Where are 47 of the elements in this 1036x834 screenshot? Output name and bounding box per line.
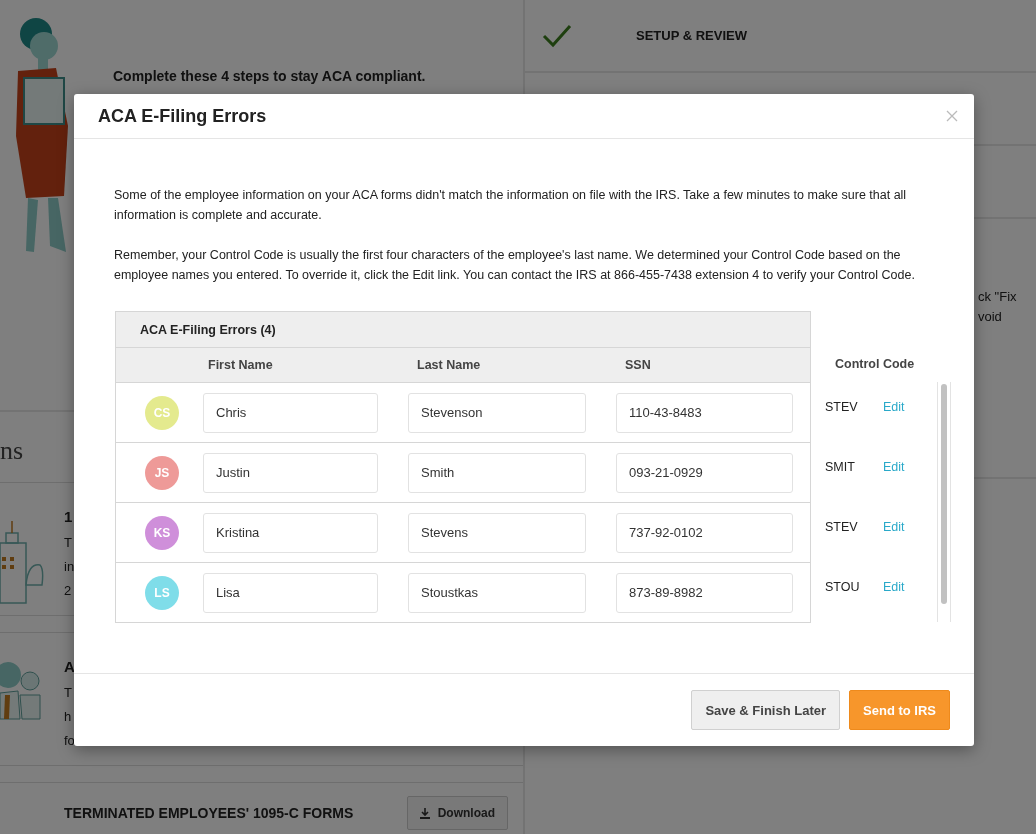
download-icon: [419, 807, 430, 819]
card-text: A: [64, 657, 75, 677]
ssn-field[interactable]: 093-21-0929: [616, 452, 793, 493]
card-text: fo: [64, 732, 75, 750]
intro-text: Complete these 4 steps to stay ACA compliant.: [113, 68, 426, 84]
ssn-field[interactable]: 110-43-8483: [616, 392, 793, 433]
step-label: SETUP & REVIEW: [636, 28, 747, 43]
avatar: LS: [145, 575, 179, 610]
section-heading: ns: [0, 435, 24, 467]
card-text: 2: [64, 582, 73, 600]
card-title: TERMINATED EMPLOYEES' 1095-C FORMS: [64, 805, 354, 821]
first-name-field[interactable]: Justin: [203, 452, 378, 493]
card-text: in: [64, 558, 75, 576]
scrollbar[interactable]: [937, 382, 951, 622]
close-icon: [946, 110, 958, 122]
ssn-field[interactable]: 873-89-8982: [616, 572, 793, 613]
column-header: First Name: [208, 358, 273, 372]
card-text: T: [64, 534, 73, 552]
step-text: ck "Fix: [978, 288, 1017, 306]
step-text: void: [978, 308, 1002, 326]
first-name-field[interactable]: Chris: [203, 392, 378, 433]
card-text: T: [64, 684, 73, 702]
card-text: 1: [64, 507, 74, 527]
avatar: JS: [145, 455, 179, 490]
last-name-field[interactable]: Stoustkas: [408, 572, 586, 613]
download-button[interactable]: Download: [406, 796, 508, 830]
table-title: ACA E-Filing Errors (4): [116, 312, 810, 348]
modal-title: ACA E-Filing Errors: [98, 105, 267, 127]
last-name-field[interactable]: Stevens: [408, 512, 586, 553]
card-text: h: [64, 708, 73, 726]
column-header: Control Code: [835, 357, 915, 371]
last-name-field[interactable]: Smith: [408, 452, 586, 493]
control-code: SMIT: [825, 460, 856, 474]
last-name-field[interactable]: Stevenson: [408, 392, 586, 433]
save-button[interactable]: Save & Finish Later: [691, 690, 841, 730]
first-name-field[interactable]: Kristina: [203, 512, 378, 553]
column-header: Last Name: [417, 358, 481, 372]
control-code: STEV: [825, 400, 859, 414]
info-paragraph: Remember, your Control Code is usually the first four characters of the employee's last name. We determined your Control Code based on the employee names you entered. To override it, click the Edit link. You can contact the IRS at 866-455-7438 extension 4 to verify your Control Code.: [114, 247, 916, 284]
ssn-field[interactable]: 737-92-0102: [616, 512, 793, 553]
info-paragraph: Some of the employee information on your ACA forms didn't match the information on file with the IRS. Take a few minutes to make sure that all information is complete and accurate.: [114, 187, 908, 224]
control-code: STOU: [825, 580, 861, 594]
avatar: KS: [145, 515, 179, 550]
first-name-field[interactable]: Lisa: [203, 572, 378, 613]
avatar: CS: [145, 395, 179, 430]
column-header: SSN: [625, 358, 651, 372]
control-code: STEV: [825, 520, 859, 534]
